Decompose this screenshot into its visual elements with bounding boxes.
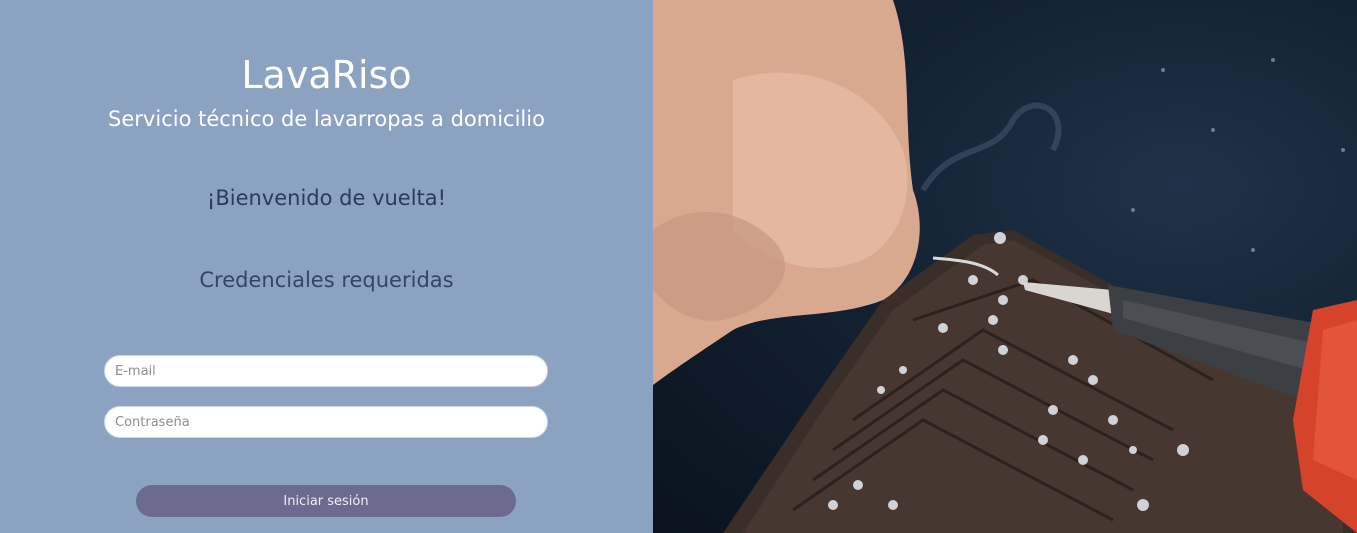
hero-illustration	[653, 0, 1357, 533]
welcome-heading: ¡Bienvenido de vuelta!	[206, 186, 447, 210]
credentials-heading: Credenciales requeridas	[199, 268, 454, 292]
login-panel: LavaRiso Servicio técnico de lavarropas …	[0, 0, 653, 533]
hero-image	[653, 0, 1357, 533]
brand-title: LavaRiso	[241, 53, 412, 97]
login-button[interactable]: Iniciar sesión	[136, 485, 516, 517]
email-input[interactable]	[104, 355, 548, 387]
password-input[interactable]	[104, 406, 548, 438]
brand-tagline: Servicio técnico de lavarropas a domicil…	[108, 107, 545, 131]
login-page: LavaRiso Servicio técnico de lavarropas …	[0, 0, 1357, 533]
